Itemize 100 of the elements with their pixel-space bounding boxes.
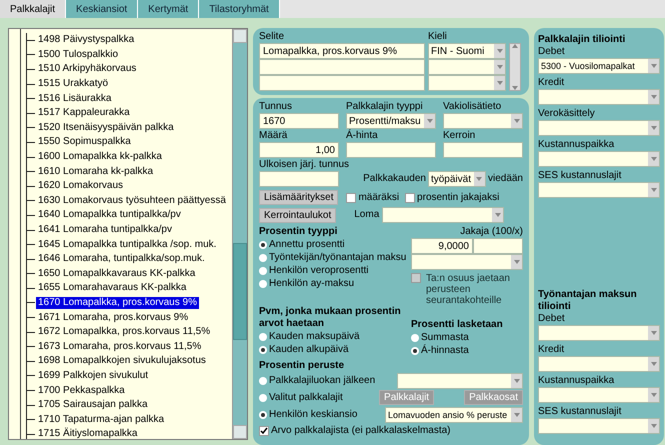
tree-item[interactable]: 1515 Urakkatyö bbox=[36, 78, 110, 90]
radio-button[interactable] bbox=[411, 346, 419, 354]
input-field[interactable] bbox=[346, 142, 436, 158]
dropdown-field[interactable] bbox=[538, 387, 660, 403]
input-field[interactable]: Lomapalkka, pros.korvaus 9% bbox=[259, 43, 425, 59]
input-field[interactable] bbox=[259, 59, 425, 75]
radio-button[interactable] bbox=[259, 410, 267, 418]
input-field[interactable] bbox=[259, 75, 425, 91]
tree-item[interactable]: 1671 Lomaraha, pros.korvaus 9% bbox=[36, 312, 190, 324]
tree-item[interactable]: 1670 Lomapalkka, pros.korvaus 9% bbox=[36, 296, 199, 309]
field-label: Kustannuspaikka bbox=[538, 375, 616, 387]
caret-icon bbox=[511, 255, 522, 269]
dropdown-field[interactable] bbox=[538, 89, 660, 105]
radio-button[interactable] bbox=[411, 334, 419, 342]
tree-item[interactable]: 1715 Äitiyslomapalkka bbox=[36, 428, 140, 439]
radio-button[interactable] bbox=[259, 280, 267, 288]
tree-item[interactable]: 1600 Lomapalkka kk-palkka bbox=[36, 151, 164, 164]
tree-item[interactable]: 1673 Lomaraha, pros.korvaus 11,5% bbox=[36, 340, 204, 353]
input-field[interactable]: 1670 bbox=[259, 113, 339, 129]
caret-icon bbox=[648, 90, 659, 104]
button[interactable]: Kerrointaulukot bbox=[259, 208, 336, 222]
option-label: Valitut palkkalajit bbox=[269, 392, 343, 404]
radio-button[interactable] bbox=[259, 376, 267, 384]
option-label: Henkilön ay-maksu bbox=[269, 278, 354, 290]
option-label: Kauden maksupäivä bbox=[269, 330, 360, 342]
tree-item[interactable]: 1517 Kappaleurakka bbox=[36, 107, 132, 120]
dropdown-field[interactable] bbox=[538, 418, 660, 434]
field-label: Á-hinta bbox=[346, 130, 379, 142]
caret-icon bbox=[648, 121, 659, 135]
option-label: Henkilön keskiansio bbox=[269, 408, 358, 420]
input-field[interactable]: 1,00 bbox=[259, 142, 339, 158]
tab[interactable]: Keskiansiot bbox=[66, 0, 138, 18]
tree-item[interactable]: 1698 Lomapalkkojen sivukulujaksotus bbox=[36, 355, 208, 368]
input-field[interactable] bbox=[259, 171, 339, 187]
field-label: SES kustannuslajit bbox=[538, 406, 622, 418]
radio-button[interactable] bbox=[259, 394, 267, 402]
tab[interactable]: Palkkalajit bbox=[0, 0, 66, 18]
dropdown-field[interactable] bbox=[428, 75, 506, 91]
option-label: Annettu prosentti bbox=[269, 238, 345, 250]
dropdown-field[interactable] bbox=[538, 182, 660, 198]
input-field[interactable] bbox=[443, 142, 523, 158]
dropdown-field[interactable]: FIN - Suomi bbox=[428, 43, 506, 59]
tree-item[interactable]: 1650 Lomapalkkavaraus KK-palkka bbox=[36, 268, 198, 280]
caret-icon bbox=[648, 152, 659, 166]
field-label: Määrä bbox=[259, 130, 288, 142]
field-label: Debet bbox=[538, 46, 566, 58]
tree-item[interactable]: 1710 Tapaturma-ajan palkka bbox=[36, 414, 166, 426]
dropdown-field[interactable] bbox=[382, 207, 504, 223]
section-title: Prosentti lasketaan bbox=[411, 319, 504, 331]
tree-item[interactable]: 1700 Pekkaspalkka bbox=[36, 384, 127, 397]
tree-item[interactable]: 1641 Lomaraha tuntipalkka/pv bbox=[36, 224, 174, 236]
radio-button[interactable] bbox=[259, 346, 267, 354]
checkbox[interactable] bbox=[405, 192, 416, 202]
tree-item[interactable]: 1705 Sairausajan palkka bbox=[36, 399, 150, 412]
caret-icon bbox=[424, 114, 435, 128]
tree-item[interactable]: 1620 Lomakorvaus bbox=[36, 180, 126, 192]
input-field[interactable]: 9,0000 bbox=[411, 238, 473, 254]
field-label: Debet bbox=[538, 313, 566, 325]
tree-item[interactable]: 1630 Lomakorvaus työsuhteen päättyessä bbox=[36, 194, 228, 207]
radio-button[interactable] bbox=[259, 240, 267, 248]
tree-item[interactable]: 1498 Päivystyspalkka bbox=[36, 34, 136, 46]
dropdown-field[interactable] bbox=[538, 120, 660, 136]
tree-item[interactable]: 1510 Arkipyhäkorvaus bbox=[36, 63, 138, 76]
tree-item[interactable]: 1500 Tulospalkkio bbox=[36, 48, 120, 61]
dropdown-field[interactable] bbox=[397, 372, 523, 388]
field-label: Kredit bbox=[538, 77, 566, 89]
dropdown-field[interactable] bbox=[538, 151, 660, 167]
tree-item[interactable]: 1672 Lomapalkka, pros.korvaus 11,5% bbox=[36, 326, 212, 338]
tree-item[interactable]: 1646 Lomaraha, tuntipalkka/sop.muk. bbox=[36, 253, 207, 266]
tree-item[interactable]: 1610 Lomaraha kk-palkka bbox=[36, 166, 156, 178]
scrollbar[interactable] bbox=[232, 29, 247, 439]
radio-button[interactable] bbox=[259, 332, 267, 340]
tree-item[interactable]: 1655 Lomarahavaraus KK-palkka bbox=[36, 282, 188, 294]
dropdown-field[interactable] bbox=[538, 325, 660, 341]
tree-item[interactable]: 1520 Itsenäisyyspäivän palkka bbox=[36, 122, 176, 134]
dropdown-field[interactable] bbox=[443, 113, 523, 129]
dropdown-field[interactable] bbox=[428, 59, 506, 75]
radio-button[interactable] bbox=[259, 266, 267, 274]
dropdown-field[interactable] bbox=[411, 254, 523, 270]
field-label: viedään bbox=[488, 173, 523, 185]
tab[interactable]: Kertymät bbox=[138, 0, 200, 18]
field-label: SES kustannuslajit bbox=[538, 170, 622, 182]
input-field[interactable] bbox=[473, 238, 523, 254]
caret-up-icon bbox=[512, 44, 518, 48]
dropdown-field[interactable]: Prosentti/maksu bbox=[346, 113, 436, 129]
tree-item[interactable]: 1699 Palkkojen sivukulut bbox=[36, 370, 150, 382]
dropdown-field[interactable] bbox=[538, 356, 660, 372]
dropdown-field[interactable]: työpäivät bbox=[428, 171, 486, 187]
dropdown-field[interactable]: Lomavuoden ansio % peruste bbox=[385, 406, 523, 422]
tree-item[interactable]: 1645 Lomapalkka tuntipalkka /sop. muk. bbox=[36, 238, 218, 251]
button[interactable]: Lisämääritykset bbox=[259, 190, 338, 205]
tree-item[interactable]: 1640 Lomapalkka tuntipalkka/pv bbox=[36, 209, 183, 222]
tab[interactable]: Tilastoryhmät bbox=[199, 0, 280, 18]
dropdown-field[interactable]: 5300 - Vuosilomapalkat bbox=[538, 58, 660, 74]
radio-button[interactable] bbox=[259, 254, 267, 262]
tree-item[interactable]: 1516 Lisäurakka bbox=[36, 92, 114, 105]
checkbox[interactable] bbox=[346, 192, 356, 202]
checkbox[interactable] bbox=[259, 426, 269, 436]
scrollbar[interactable] bbox=[509, 43, 521, 91]
tree-item[interactable]: 1550 Sopimuspalkka bbox=[36, 136, 133, 148]
